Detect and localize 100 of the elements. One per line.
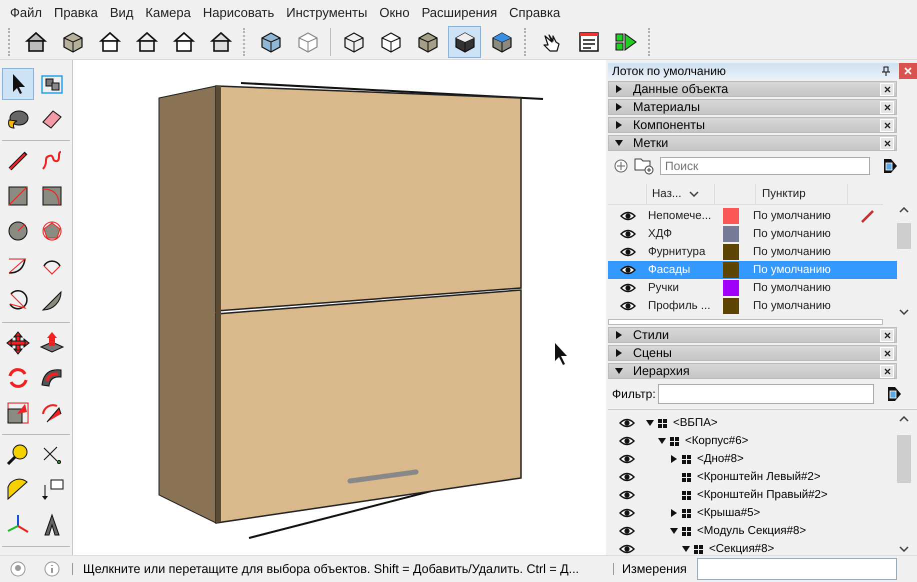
expand-triangle-icon[interactable]	[646, 419, 654, 427]
expand-triangle-icon[interactable]	[615, 367, 623, 375]
panel-close-button[interactable]	[880, 100, 894, 114]
color-swatch[interactable]	[723, 262, 739, 278]
expand-triangle-icon[interactable]	[615, 85, 623, 93]
color-swatch[interactable]	[723, 280, 739, 296]
add-icon[interactable]	[614, 159, 628, 173]
details-arrow-icon[interactable]	[882, 158, 898, 174]
add-folder-icon[interactable]	[634, 157, 654, 175]
panel-close-button[interactable]	[880, 82, 894, 96]
eye-icon[interactable]	[620, 265, 636, 275]
dash-style: По умолчанию	[753, 300, 832, 312]
panel-close-button[interactable]	[880, 136, 894, 150]
expand-triangle-icon[interactable]	[615, 103, 623, 111]
measurements-field[interactable]	[696, 558, 897, 580]
pin-icon[interactable]	[881, 66, 891, 76]
scroll-up-icon[interactable]	[899, 207, 909, 213]
tree-label: <Корпус#6>	[685, 435, 748, 447]
tree-row[interactable]: <Корпус#6>	[608, 432, 897, 450]
column-header[interactable]: Пунктир	[762, 188, 806, 200]
menu-item[interactable]: Окно	[373, 5, 416, 20]
panel-close-button[interactable]	[880, 364, 894, 378]
eye-icon[interactable]	[619, 526, 635, 536]
panel-close-button[interactable]	[880, 328, 894, 342]
panel-close-button[interactable]	[880, 118, 894, 132]
scrollbar-thumb[interactable]	[897, 223, 911, 249]
expand-triangle-icon[interactable]	[682, 545, 690, 553]
expand-triangle-icon[interactable]	[615, 349, 623, 357]
expand-triangle-icon[interactable]	[670, 509, 678, 517]
menu-item[interactable]: Нарисовать	[196, 5, 280, 20]
color-swatch[interactable]	[723, 244, 739, 260]
scroll-up-icon[interactable]	[899, 416, 909, 422]
tree-row[interactable]: <Кронштейн Левый#2>	[608, 468, 897, 486]
menu-item[interactable]: Правка	[48, 5, 104, 20]
expand-triangle-icon[interactable]	[615, 121, 623, 129]
menu-item[interactable]: Камера	[139, 5, 197, 20]
component-icon	[658, 418, 667, 428]
eye-icon[interactable]	[620, 301, 636, 311]
expand-triangle-icon[interactable]	[615, 331, 623, 339]
tree-row[interactable]: <Модуль Секция#8>	[608, 522, 897, 540]
tree-row[interactable]: <Дно#8>	[608, 450, 897, 468]
tree-row[interactable]: <ВБПА>	[608, 414, 897, 432]
panel-header[interactable]: Иерархия	[608, 363, 897, 379]
menu-item[interactable]: Вид	[104, 5, 140, 20]
tag-row[interactable]: Фурнитура По умолчанию	[608, 243, 897, 261]
eye-icon[interactable]	[619, 544, 635, 554]
eye-icon[interactable]	[620, 229, 636, 239]
expand-triangle-icon[interactable]	[615, 139, 623, 147]
tool-button[interactable]	[2, 68, 34, 100]
tree-row[interactable]: <Кронштейн Правый#2>	[608, 486, 897, 504]
color-swatch[interactable]	[723, 226, 739, 242]
filter-label: Фильтр:	[612, 387, 656, 401]
expand-triangle-icon[interactable]	[670, 455, 678, 463]
tag-name: Фурнитура	[648, 246, 706, 258]
column-header[interactable]: Наз...	[652, 188, 682, 200]
panel-close-button[interactable]	[880, 346, 894, 360]
eye-icon[interactable]	[619, 436, 635, 446]
panel-header[interactable]: Компоненты	[608, 117, 897, 133]
search-field[interactable]: Поиск	[660, 157, 870, 175]
menu-item[interactable]: Справка	[503, 5, 566, 20]
menu-item[interactable]: Расширения	[416, 5, 504, 20]
panel-header[interactable]: Стили	[608, 327, 897, 343]
tree-row[interactable]: <Крыша#5>	[608, 504, 897, 522]
tree-label: <Модуль Секция#8>	[697, 525, 806, 537]
eye-icon[interactable]	[619, 472, 635, 482]
info-icon[interactable]	[44, 561, 60, 577]
toolbar-button[interactable]	[448, 26, 481, 58]
eye-icon[interactable]	[620, 211, 636, 221]
expand-triangle-icon[interactable]	[658, 437, 666, 445]
close-icon	[884, 350, 890, 356]
panel-header[interactable]: Материалы	[608, 99, 897, 115]
tree-row[interactable]: <Секция#8>	[608, 540, 897, 555]
tag-row[interactable]: Ручки По умолчанию	[608, 279, 897, 297]
sort-caret-icon[interactable]	[689, 191, 700, 197]
tag-row[interactable]: Непомече... По умолчанию	[608, 207, 897, 225]
scroll-down-icon[interactable]	[899, 546, 909, 552]
tag-row[interactable]: ХДФ По умолчанию	[608, 225, 897, 243]
scroll-down-icon[interactable]	[899, 309, 909, 315]
menu-item[interactable]: Файл	[4, 5, 48, 20]
panel-header[interactable]: Данные объекта	[608, 81, 897, 97]
close-icon	[884, 140, 890, 146]
filter-field[interactable]	[658, 384, 874, 404]
eye-icon[interactable]	[619, 454, 635, 464]
geo-location-icon[interactable]	[10, 561, 26, 577]
cube-icon	[258, 30, 282, 54]
scrollbar-thumb[interactable]	[897, 435, 911, 483]
eye-icon[interactable]	[620, 283, 636, 293]
tag-row[interactable]: Профиль ... По умолчанию	[608, 297, 897, 315]
color-swatch[interactable]	[723, 298, 739, 314]
details-arrow-icon[interactable]	[886, 386, 902, 402]
expand-triangle-icon[interactable]	[670, 527, 678, 535]
color-swatch[interactable]	[723, 208, 739, 224]
menu-item[interactable]: Инструменты	[280, 5, 374, 20]
panel-header[interactable]: Сцены	[608, 345, 897, 361]
eye-icon[interactable]	[619, 490, 635, 500]
panel-header[interactable]: Метки	[608, 135, 897, 151]
eye-icon[interactable]	[619, 418, 635, 428]
eye-icon[interactable]	[619, 508, 635, 518]
eye-icon[interactable]	[620, 247, 636, 257]
close-button[interactable]	[899, 63, 917, 79]
